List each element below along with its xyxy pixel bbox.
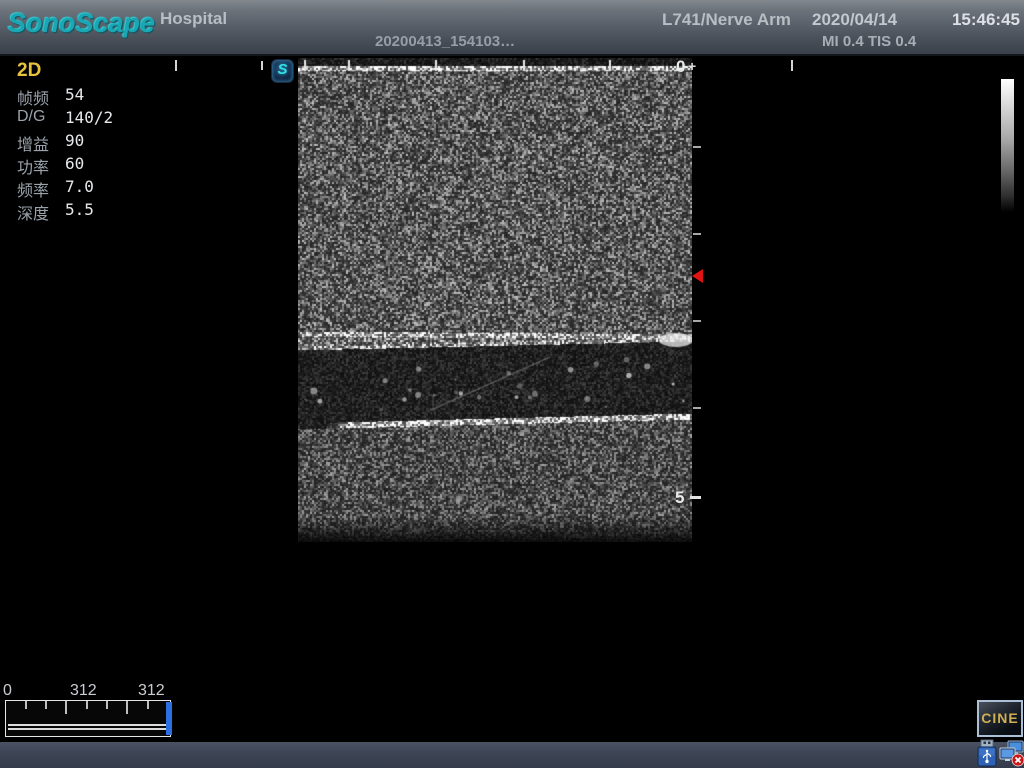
tgc-tick bbox=[261, 61, 263, 70]
focus-position-marker bbox=[692, 269, 703, 283]
tgc-tick bbox=[175, 60, 177, 71]
param-label: 功率 bbox=[17, 154, 49, 178]
ultrasound-screen: SonoScape Hospital L741/Nerve Arm 2020/0… bbox=[0, 0, 1024, 768]
depth-tick-1cm bbox=[693, 146, 701, 148]
depth-tick-3cm bbox=[693, 320, 701, 322]
param-value: 5.5 bbox=[65, 200, 94, 219]
orientation-letter: S bbox=[272, 61, 293, 78]
cine-position-cursor[interactable] bbox=[166, 702, 172, 735]
param-label: 帧频 bbox=[17, 85, 49, 109]
param-label: 深度 bbox=[17, 200, 49, 224]
param-label: D/G bbox=[17, 108, 45, 126]
param-row-power: 功率 60 bbox=[17, 154, 187, 177]
depth-scale-top-tick: + bbox=[688, 58, 696, 74]
mi-tis-label: MI 0.4 TIS 0.4 bbox=[822, 33, 916, 50]
cine-start-label: 0 bbox=[3, 682, 12, 700]
param-row-frequency: 频率 7.0 bbox=[17, 177, 187, 200]
top-status-bar: SonoScape Hospital L741/Nerve Arm 2020/0… bbox=[0, 0, 1024, 56]
depth-tick-4cm bbox=[693, 407, 701, 409]
param-row-dg: D/G 140/2 bbox=[17, 108, 187, 131]
param-row-framerate: 帧频 54 bbox=[17, 85, 187, 108]
depth-scale-bottom-label: 5 bbox=[675, 488, 684, 508]
depth-tick-5cm bbox=[690, 496, 701, 499]
param-label: 增益 bbox=[17, 131, 49, 155]
cine-track-line bbox=[8, 724, 166, 726]
cine-tick bbox=[147, 701, 149, 709]
probe-preset-label: L741/Nerve Arm bbox=[662, 10, 791, 30]
hospital-name: Hospital bbox=[160, 9, 227, 29]
time-label: 15:46:45 bbox=[952, 10, 1020, 30]
ultrasound-image[interactable] bbox=[298, 58, 692, 542]
param-value: 90 bbox=[65, 131, 84, 150]
bottom-taskbar bbox=[0, 742, 1024, 768]
cine-loop-bar[interactable] bbox=[5, 700, 171, 737]
cine-total-label: 312 bbox=[138, 682, 165, 700]
param-row-gain: 增益 90 bbox=[17, 131, 187, 154]
cine-track-line bbox=[8, 728, 166, 730]
depth-scale-top-label: 0 bbox=[676, 57, 685, 77]
param-value: 54 bbox=[65, 85, 84, 104]
network-disconnected-icon[interactable] bbox=[999, 739, 1024, 767]
probe-orientation-marker: S bbox=[271, 59, 294, 83]
cine-current-label: 312 bbox=[70, 682, 97, 700]
cine-tick bbox=[86, 701, 88, 709]
param-value: 60 bbox=[65, 154, 84, 173]
exam-id-label: 20200413_154103… bbox=[375, 33, 515, 50]
cine-tick bbox=[106, 701, 108, 709]
tgc-tick bbox=[791, 60, 793, 71]
date-label: 2020/04/14 bbox=[812, 10, 897, 30]
usb-icon[interactable] bbox=[974, 739, 1000, 767]
cine-tick bbox=[25, 701, 27, 709]
depth-tick-2cm bbox=[693, 233, 701, 235]
mode-2d-label: 2D bbox=[17, 60, 41, 82]
param-value: 7.0 bbox=[65, 177, 94, 196]
sonoscape-logo: SonoScape bbox=[8, 8, 155, 39]
grayscale-bar bbox=[1001, 79, 1014, 212]
param-value: 140/2 bbox=[65, 108, 113, 127]
cine-button[interactable]: CINE bbox=[977, 700, 1023, 737]
param-label: 频率 bbox=[17, 177, 49, 201]
cine-tick bbox=[65, 701, 67, 714]
param-row-depth: 深度 5.5 bbox=[17, 200, 187, 223]
cine-tick bbox=[126, 701, 128, 714]
ultrasound-speckle-canvas bbox=[298, 58, 692, 542]
cine-tick bbox=[45, 701, 47, 709]
